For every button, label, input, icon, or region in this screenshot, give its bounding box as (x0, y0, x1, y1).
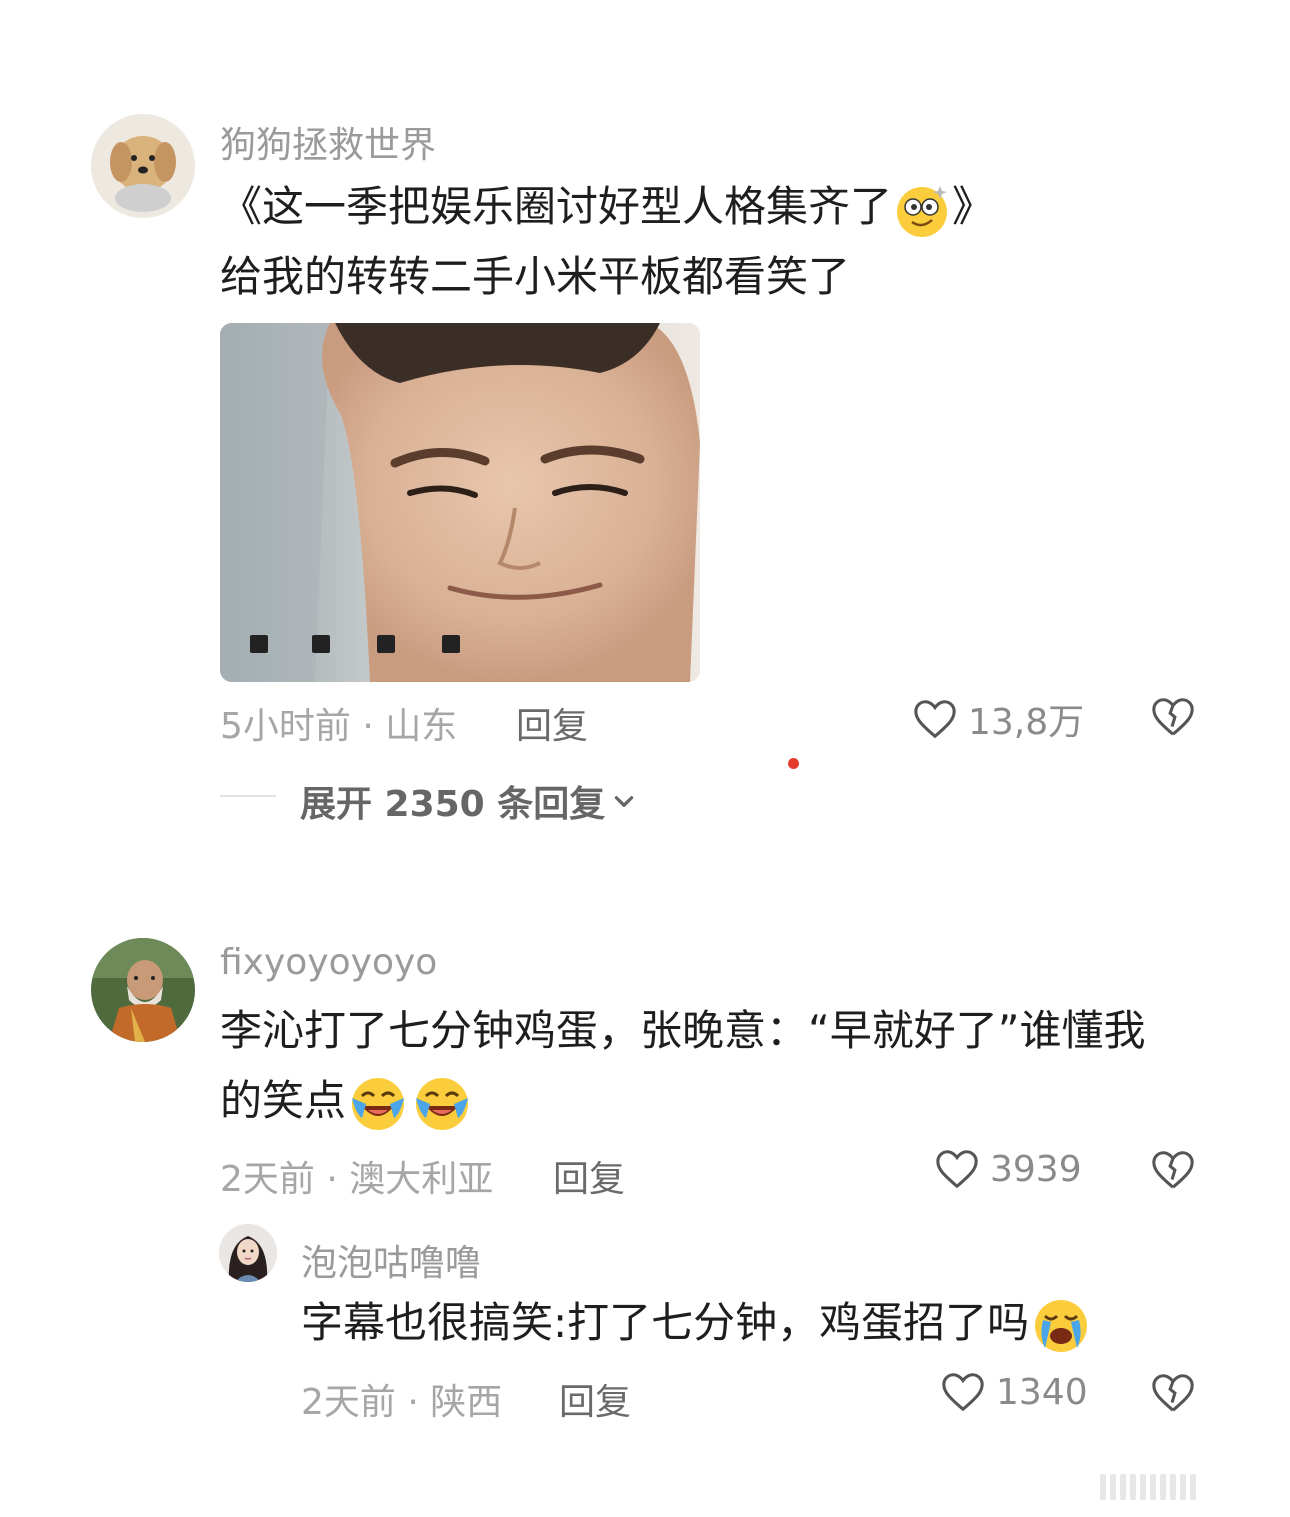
like-button[interactable]: 1340 (940, 1369, 1088, 1415)
user-avatar[interactable] (91, 938, 195, 1042)
watermark (1100, 1471, 1278, 1503)
user-avatar[interactable] (219, 1224, 277, 1282)
expand-replies-label: 展开 2350 条回复 (300, 784, 606, 825)
loudly-crying-icon (1031, 1296, 1091, 1356)
comment-meta: 2天前 · 陕西 (301, 1382, 503, 1423)
golden-retriever-avatar-icon (91, 114, 195, 218)
username[interactable]: fixyoyoyoyo (220, 942, 437, 983)
comment-text-line: 字幕也很搞笑:打了七分钟，鸡蛋招了吗 (301, 1298, 1030, 1347)
monk-avatar-icon (91, 938, 195, 1042)
dislike-button[interactable] (1150, 1147, 1196, 1197)
comment-text: 《这一季把娱乐圈讨好型人格集齐了 》 给我的转转二手小米平板都看笑了 (220, 172, 994, 312)
reply-button[interactable]: 回复 (516, 697, 588, 749)
broken-heart-icon (1152, 698, 1194, 736)
notification-dot (788, 758, 799, 769)
username[interactable]: 狗狗拯救世界 (220, 116, 436, 168)
like-button[interactable]: 3939 (934, 1146, 1082, 1192)
heart-icon (914, 700, 956, 739)
username[interactable]: 泡泡咕噜噜 (301, 1234, 481, 1286)
broken-heart-icon (1152, 1151, 1194, 1189)
comment-text: 李沁打了七分钟鸡蛋，张晚意：“早就好了”谁懂我 的笑点 (220, 996, 1146, 1136)
laughing-crying-icon (348, 1074, 408, 1134)
comment-list: 狗狗拯救世界 《这一季把娱乐圈讨好型人格集齐了 》 给我的转转二手小米平板都看笑… (0, 0, 1290, 1517)
comment-meta: 2天前 · 澳大利亚 (220, 1159, 494, 1200)
comment-text-line: 的笑点 (220, 1076, 347, 1125)
expand-replies-button[interactable]: 展开 2350 条回复 (300, 775, 637, 827)
comment-text-line: 《这一季把娱乐圈讨好型人格集齐了 (220, 182, 893, 231)
comment-meta: 5小时前 · 山东 (220, 706, 458, 747)
like-button[interactable]: 13,8万 (912, 693, 1084, 745)
user-avatar[interactable] (91, 114, 195, 218)
reply-button[interactable]: 回复 (553, 1150, 625, 1202)
comment-image[interactable] (220, 323, 700, 682)
dislike-button[interactable] (1150, 694, 1196, 744)
expand-divider (220, 795, 276, 797)
broken-heart-icon (1152, 1374, 1194, 1412)
laughing-crying-icon (412, 1074, 472, 1134)
comment-text-end: 》 (952, 182, 995, 231)
comment-text-line: 李沁打了七分钟鸡蛋，张晚意：“早就好了”谁懂我 (220, 1006, 1146, 1055)
meme-face-image (220, 323, 700, 682)
like-count: 1340 (996, 1371, 1088, 1413)
dislike-button[interactable] (1150, 1370, 1196, 1420)
reply-button[interactable]: 回复 (559, 1373, 631, 1425)
comment-text: 字幕也很搞笑:打了七分钟，鸡蛋招了吗 (301, 1288, 1091, 1358)
girl-avatar-icon (219, 1224, 277, 1282)
chevron-down-icon (615, 796, 634, 807)
dizzy-face-icon (894, 182, 950, 238)
like-count: 13,8万 (968, 702, 1085, 743)
like-count: 3939 (990, 1148, 1082, 1190)
comment-text-line: 给我的转转二手小米平板都看笑了 (220, 252, 851, 301)
heart-icon (936, 1150, 978, 1189)
heart-icon (942, 1373, 984, 1412)
